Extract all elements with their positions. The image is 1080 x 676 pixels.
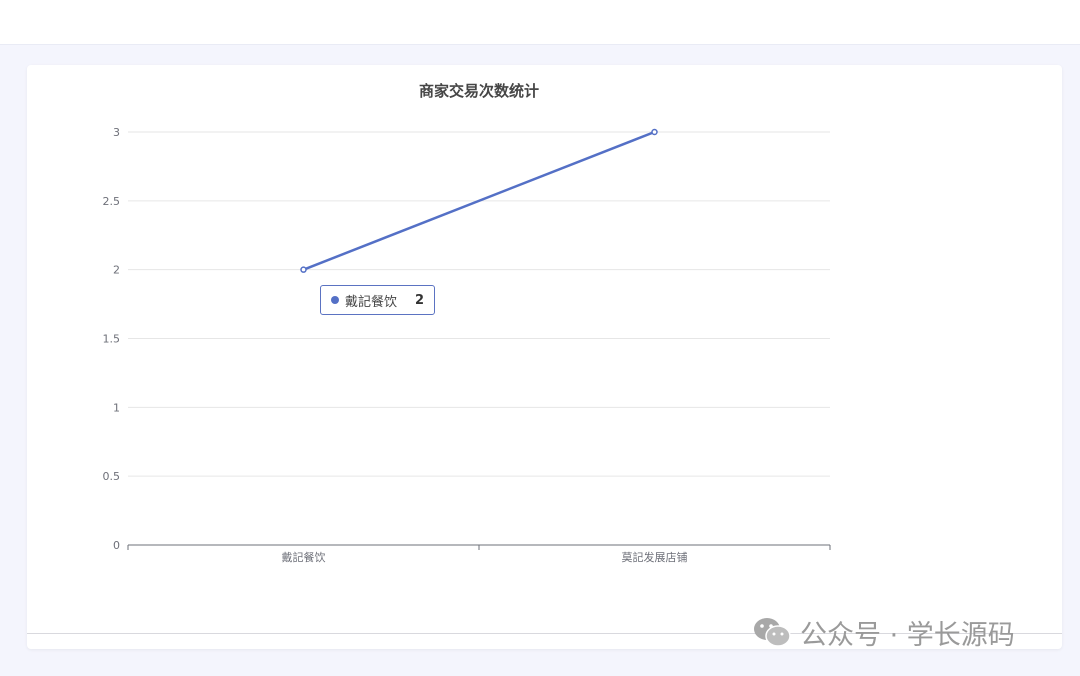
watermark-text: 公众号 · 学长源码 [800, 619, 1015, 651]
y-tick-label: 1 [113, 401, 120, 414]
y-tick-label: 2 [113, 264, 120, 277]
y-tick-label: 0.5 [103, 470, 121, 483]
wechat-icon [754, 618, 791, 647]
data-point [651, 128, 658, 136]
watermark: 公众号 · 学长源码 [752, 614, 1015, 651]
tooltip-series-dot [331, 296, 339, 304]
chart-tooltip: 戴記餐饮 2 [320, 285, 436, 315]
x-tick-label: 莫記发展店铺 [622, 550, 688, 564]
chart-title: 商家交易次数统计 [419, 82, 539, 100]
tooltip-value: 2 [415, 292, 425, 308]
data-point [300, 266, 307, 273]
tooltip-label: 戴記餐饮 [345, 294, 398, 310]
y-tick-label: 1.5 [103, 333, 121, 346]
x-tick-label: 戴記餐饮 [282, 550, 326, 564]
y-tick-label: 2.5 [103, 195, 121, 208]
line-chart: 商家交易次数统计 00.511.522.53戴記餐饮 莫記发展店铺 [103, 82, 831, 564]
y-tick-label: 0 [113, 539, 120, 552]
y-tick-label: 3 [113, 126, 120, 139]
